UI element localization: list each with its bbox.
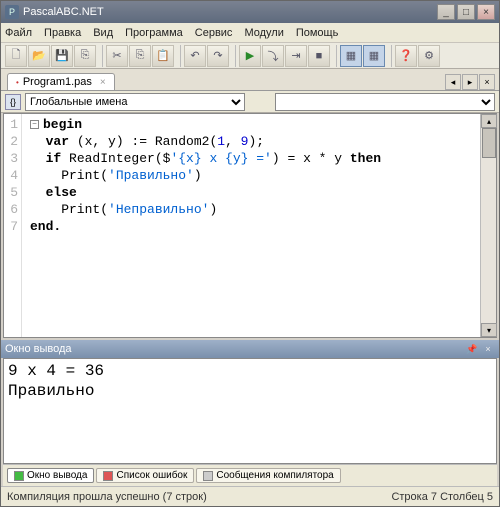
tab-close-icon[interactable]: ×: [100, 77, 106, 88]
menu-file[interactable]: Файл: [5, 27, 32, 39]
stop-icon[interactable]: ■: [308, 45, 330, 67]
line-gutter: 1234567: [4, 114, 22, 337]
tab-program1[interactable]: • Program1.pas ×: [7, 73, 115, 90]
fold-icon[interactable]: −: [30, 120, 39, 129]
output-tab-icon: [14, 471, 24, 481]
copy-icon[interactable]: ⎘: [129, 45, 151, 67]
run-icon[interactable]: ▶: [239, 45, 261, 67]
minimize-button[interactable]: _: [437, 4, 455, 20]
window-titlebar: P PascalABC.NET _ □ ×: [1, 1, 499, 23]
menu-program[interactable]: Программа: [125, 27, 183, 39]
settings-icon[interactable]: ⚙: [418, 45, 440, 67]
menu-edit[interactable]: Правка: [44, 27, 81, 39]
scope-bar: {} Глобальные имена: [1, 91, 499, 113]
close-button[interactable]: ×: [477, 4, 495, 20]
menu-service[interactable]: Сервис: [195, 27, 233, 39]
bottom-tabbar: Окно вывода Список ошибок Сообщения комп…: [3, 464, 497, 486]
errors-tab-icon: [103, 471, 113, 481]
modified-indicator-icon: •: [16, 78, 19, 87]
editor-scrollbar[interactable]: ▴ ▾: [480, 114, 496, 337]
redo-icon[interactable]: ↷: [207, 45, 229, 67]
menu-bar: Файл Правка Вид Программа Сервис Модули …: [1, 23, 499, 43]
member-select[interactable]: [275, 93, 495, 111]
code-area[interactable]: −begin var (x, y) := Random2(1, 9); if R…: [22, 114, 496, 337]
output-line: Правильно: [8, 382, 94, 400]
menu-help[interactable]: Помощь: [296, 27, 339, 39]
save-all-icon[interactable]: ⎘: [74, 45, 96, 67]
mode1-icon[interactable]: ▦: [340, 45, 362, 67]
tab-messages[interactable]: Сообщения компилятора: [196, 468, 340, 483]
tab-errors[interactable]: Список ошибок: [96, 468, 194, 483]
menu-modules[interactable]: Модули: [244, 27, 283, 39]
panel-close-icon[interactable]: ×: [481, 343, 495, 355]
messages-tab-icon: [203, 471, 213, 481]
status-bar: Компиляция прошла успешно (7 строк) Стро…: [1, 486, 499, 506]
scope-icon: {}: [5, 94, 21, 110]
paste-icon[interactable]: 📋: [152, 45, 174, 67]
scroll-up-icon[interactable]: ▴: [481, 114, 497, 128]
open-file-icon[interactable]: 📂: [28, 45, 50, 67]
menu-view[interactable]: Вид: [93, 27, 113, 39]
output-panel-title: Окно вывода 📌 ×: [1, 340, 499, 358]
panel-pin-icon[interactable]: 📌: [465, 343, 479, 355]
tab-close-all-icon[interactable]: ×: [479, 74, 495, 90]
help-icon[interactable]: ❓: [395, 45, 417, 67]
tab-prev-icon[interactable]: ◂: [445, 74, 461, 90]
output-panel[interactable]: 9 x 4 = 36 Правильно: [3, 358, 497, 464]
scope-select[interactable]: Глобальные имена: [25, 93, 245, 111]
tab-next-icon[interactable]: ▸: [462, 74, 478, 90]
cut-icon[interactable]: ✂: [106, 45, 128, 67]
step-into-icon[interactable]: ⇥: [285, 45, 307, 67]
scroll-thumb[interactable]: [482, 128, 496, 158]
app-icon: P: [5, 5, 19, 19]
status-cursor: Строка 7 Столбец 5: [391, 491, 493, 503]
scroll-down-icon[interactable]: ▾: [481, 323, 497, 337]
tab-label: Program1.pas: [23, 76, 92, 88]
status-compile: Компиляция прошла успешно (7 строк): [7, 491, 207, 503]
toolbar: 🗋 📂 💾 ⎘ ✂ ⎘ 📋 ↶ ↷ ▶ ⤵ ⇥ ■ ▦ ▦ ❓ ⚙: [1, 43, 499, 69]
new-file-icon[interactable]: 🗋: [5, 45, 27, 67]
editor-tabbar: • Program1.pas × ◂ ▸ ×: [1, 69, 499, 91]
window-title: PascalABC.NET: [23, 6, 104, 18]
tab-output[interactable]: Окно вывода: [7, 468, 94, 483]
save-icon[interactable]: 💾: [51, 45, 73, 67]
undo-icon[interactable]: ↶: [184, 45, 206, 67]
mode2-icon[interactable]: ▦: [363, 45, 385, 67]
step-over-icon[interactable]: ⤵: [262, 45, 284, 67]
output-line: 9 x 4 = 36: [8, 362, 104, 380]
maximize-button[interactable]: □: [457, 4, 475, 20]
code-editor[interactable]: 1234567 −begin var (x, y) := Random2(1, …: [3, 113, 497, 338]
